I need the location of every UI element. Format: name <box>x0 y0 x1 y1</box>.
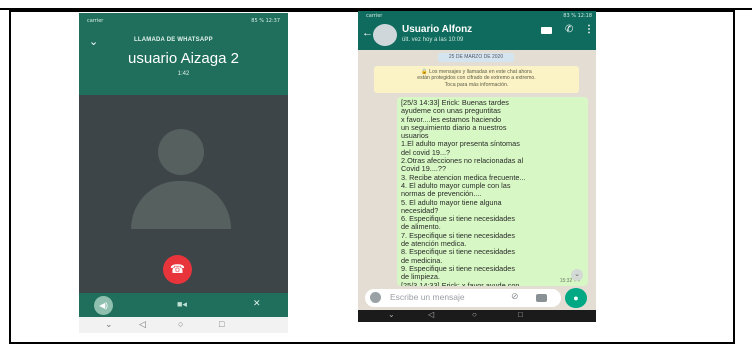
nav-back-icon[interactable]: ◁ <box>428 310 434 319</box>
nav-home-icon[interactable]: ○ <box>472 310 477 319</box>
call-controls: ◀) ■◂ ✕ <box>79 293 288 317</box>
emoji-icon[interactable] <box>370 292 381 303</box>
outgoing-message-bubble[interactable]: [25/3 14:33] Erick: Buenas tardes ayudeme… <box>397 97 588 286</box>
call-type-label: LLAMADA DE WHATSAPP <box>134 37 213 43</box>
nav-recents-icon[interactable]: □ <box>219 319 224 329</box>
caller-name: usuario Aizaga 2 <box>128 50 239 67</box>
contact-name[interactable]: Usuario Alfonz <box>402 24 472 35</box>
status-carrier: carrier <box>87 18 104 24</box>
chat-header: carrier 83 % 12:18 ← Usuario Alfonz últ.… <box>358 11 596 50</box>
phone-icon[interactable]: ✆ <box>565 24 573 35</box>
nav-back-icon[interactable]: ◁ <box>139 319 146 330</box>
nav-recents-icon[interactable]: □ <box>518 310 523 319</box>
android-nav-bar: ⌄ ◁ ○ □ <box>358 310 596 322</box>
status-battery-time: 83 % 12:18 <box>563 13 592 19</box>
status-battery-time: 85 % 12:37 <box>251 18 280 24</box>
paperclip-icon[interactable]: ⊘ <box>511 291 519 302</box>
mic-icon[interactable]: ● <box>565 288 587 308</box>
scroll-down-icon[interactable]: ⌄ <box>571 269 583 281</box>
android-nav-bar: ⌄ ◁ ○ □ <box>79 317 288 333</box>
table-top-border <box>0 0 752 10</box>
nav-down-icon[interactable]: ⌄ <box>105 319 113 330</box>
mic-off-icon[interactable]: ✕ <box>253 298 261 309</box>
video-icon[interactable]: ■◂ <box>177 299 187 310</box>
default-avatar-icon <box>158 129 204 175</box>
phone-hangup-icon[interactable]: ☎ <box>163 255 192 284</box>
message-text: [25/3 14:33] Erick: Buenas tardes ayudeme… <box>401 98 584 286</box>
date-chip: 25 DE MARZO DE 2020 <box>438 53 514 62</box>
encryption-notice-line: Toca para más información. <box>444 81 509 88</box>
status-bar: carrier 83 % 12:18 <box>358 11 596 21</box>
status-bar: carrier 85 % 12:37 <box>79 13 288 29</box>
nav-home-icon[interactable]: ○ <box>178 319 183 329</box>
nav-down-icon[interactable]: ⌄ <box>388 310 395 319</box>
contact-avatar[interactable] <box>373 24 397 46</box>
message-line: [25/3 14:33] Erick: x favor ayude con <box>401 280 520 286</box>
default-avatar-body <box>131 181 231 229</box>
whatsapp-call-screenshot: carrier 85 % 12:37 ⌄ LLAMADA DE WHATSAPP… <box>79 13 288 333</box>
back-arrow-icon[interactable]: ← <box>362 27 373 39</box>
menu-dots-icon[interactable]: ⋮ <box>584 24 594 35</box>
call-duration: 1:42 <box>177 71 190 77</box>
call-header: ⌄ LLAMADA DE WHATSAPP usuario Aizaga 2 1… <box>79 29 288 95</box>
camera-icon[interactable] <box>536 294 547 302</box>
call-avatar-area: ☎ <box>79 95 288 293</box>
chevron-down-icon[interactable]: ⌄ <box>89 35 98 48</box>
status-carrier: carrier <box>366 13 383 19</box>
whatsapp-chat-screenshot: carrier 83 % 12:18 ← Usuario Alfonz últ.… <box>358 11 596 322</box>
speaker-icon[interactable]: ◀) <box>94 296 113 315</box>
message-input-placeholder[interactable]: Escribe un mensaje <box>390 292 465 302</box>
encryption-notice[interactable]: 🔒 Los mensajes y llamadas en este chat a… <box>374 66 579 93</box>
last-seen: últ. vez hoy a las 10:09 <box>402 37 464 43</box>
message-input[interactable]: Escribe un mensaje ⊘ <box>365 289 561 307</box>
video-call-icon[interactable] <box>541 27 552 34</box>
